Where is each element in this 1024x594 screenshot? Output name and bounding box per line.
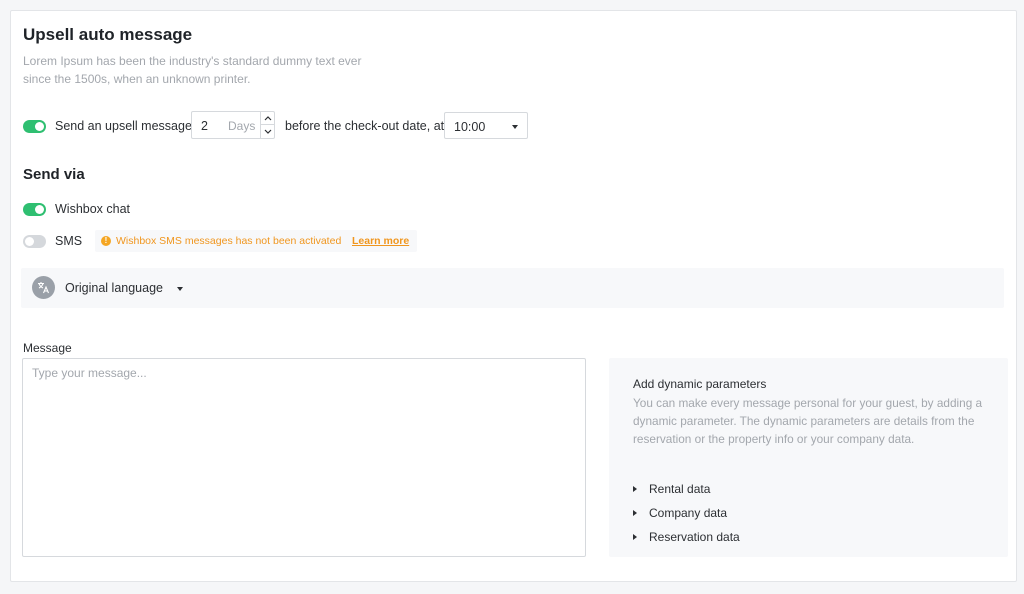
days-unit: Days: [228, 119, 256, 133]
sms-label: SMS: [55, 234, 83, 248]
translate-icon: [32, 276, 55, 299]
wishbox-chat-toggle[interactable]: [23, 203, 46, 216]
caret-down-icon: [177, 287, 183, 291]
wishbox-chat-label: Wishbox chat: [55, 202, 131, 216]
sms-warning-text: Wishbox SMS messages has not been activa…: [116, 235, 342, 247]
toggle-knob: [35, 205, 44, 214]
checkout-suffix-label: before the check-out date, at: [285, 119, 445, 133]
toggle-knob: [35, 122, 44, 131]
sms-toggle[interactable]: [23, 235, 46, 248]
upsell-toggle[interactable]: [23, 120, 46, 133]
caret-right-icon: [633, 486, 637, 492]
dynamic-parameters-panel: Add dynamic parameters You can make ever…: [609, 358, 1008, 557]
time-value: 10:00: [454, 120, 486, 134]
caret-down-icon: [512, 125, 518, 129]
days-stepper[interactable]: 2 Days: [191, 111, 275, 139]
page-description: Lorem Ipsum has been the industry's stan…: [23, 54, 362, 86]
warning-icon: !: [101, 236, 111, 246]
dynamic-parameters-description: You can make every message personal for …: [633, 396, 983, 446]
reservation-data-label: Reservation data: [649, 530, 740, 544]
rental-data-label: Rental data: [649, 482, 711, 496]
sms-warning-banner: ! Wishbox SMS messages has not been acti…: [95, 230, 417, 252]
toggle-knob: [25, 237, 34, 246]
chevron-up-icon: [264, 115, 271, 120]
increment-button[interactable]: [261, 112, 274, 125]
dynamic-parameters-title: Add dynamic parameters: [633, 377, 767, 391]
days-value[interactable]: 2: [201, 119, 208, 133]
upsell-label: Send an upsell message: [55, 119, 192, 133]
caret-right-icon: [633, 510, 637, 516]
send-via-title: Send via: [23, 166, 85, 183]
caret-right-icon: [633, 534, 637, 540]
decrement-button[interactable]: [261, 125, 274, 138]
message-label: Message: [23, 341, 72, 355]
time-select[interactable]: 10:00: [444, 112, 528, 139]
stepper-arrows: [260, 112, 274, 138]
learn-more-link[interactable]: Learn more: [352, 235, 409, 247]
language-selector[interactable]: Original language: [21, 268, 1004, 308]
reservation-data-item[interactable]: Reservation data: [633, 530, 740, 544]
rental-data-item[interactable]: Rental data: [633, 482, 710, 496]
page-title: Upsell auto message: [23, 25, 193, 44]
upsell-settings-card: Upsell auto message Lorem Ipsum has been…: [10, 10, 1017, 582]
message-input[interactable]: [22, 358, 586, 557]
company-data-label: Company data: [649, 506, 728, 520]
chevron-down-icon: [264, 129, 271, 134]
language-label: Original language: [65, 281, 163, 295]
company-data-item[interactable]: Company data: [633, 506, 727, 520]
